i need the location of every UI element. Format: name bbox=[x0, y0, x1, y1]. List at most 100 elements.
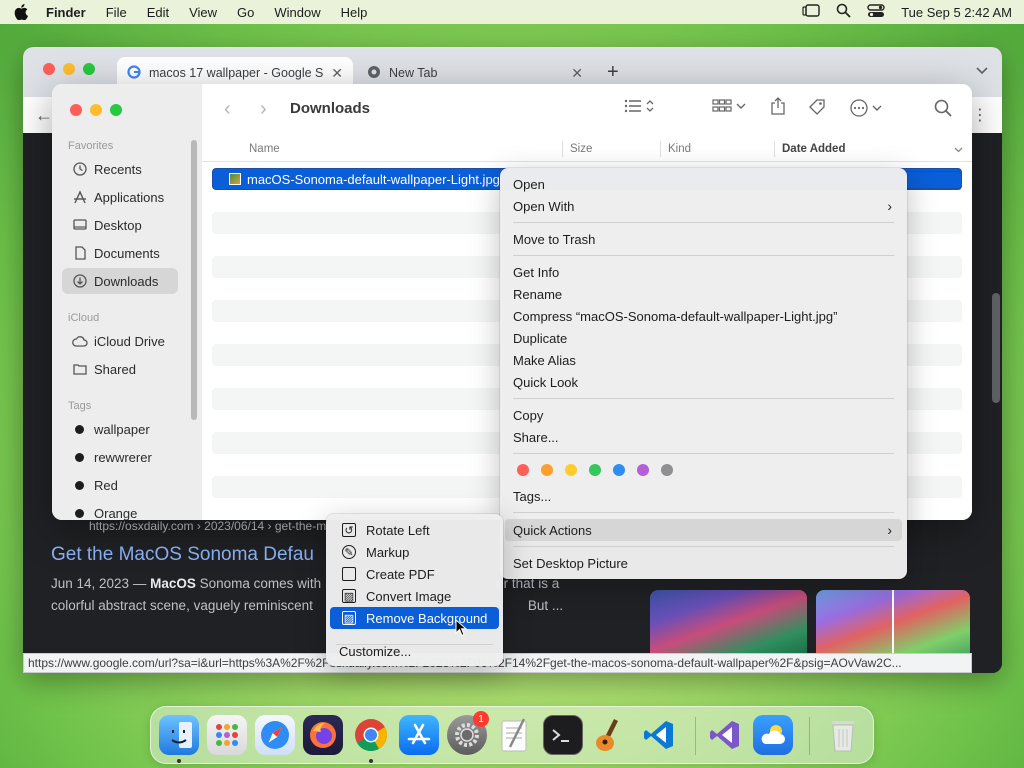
dock-visual-studio-icon[interactable] bbox=[705, 715, 745, 755]
dock-firefox-icon[interactable] bbox=[303, 715, 343, 755]
menu-clock[interactable]: Tue Sep 5 2:42 AM bbox=[901, 5, 1012, 20]
menu-app-name[interactable]: Finder bbox=[46, 5, 86, 20]
close-window-button[interactable] bbox=[70, 104, 82, 116]
menu-item-duplicate[interactable]: Duplicate bbox=[505, 327, 902, 349]
sort-chevron-icon[interactable] bbox=[954, 144, 963, 156]
spotlight-search-icon[interactable] bbox=[836, 3, 851, 21]
search-icon[interactable] bbox=[934, 99, 952, 117]
browser-more-menu-icon[interactable]: ⋮ bbox=[972, 105, 988, 125]
zoom-window-button[interactable] bbox=[110, 104, 122, 116]
column-kind[interactable]: Kind bbox=[668, 143, 691, 155]
finder-toolbar: ‹ › Downloads bbox=[202, 84, 972, 136]
submenu-item-markup[interactable]: ✎ Markup bbox=[330, 541, 499, 563]
dock-terminal-icon[interactable] bbox=[543, 715, 583, 755]
tag-green-dot[interactable] bbox=[589, 464, 601, 476]
list-view-icon[interactable] bbox=[624, 99, 654, 113]
page-scrollbar[interactable] bbox=[992, 293, 1000, 403]
submenu-item-create-pdf[interactable]: Create PDF bbox=[330, 563, 499, 585]
sidebar-item-downloads[interactable]: Downloads bbox=[62, 268, 178, 294]
menu-item-share[interactable]: Share... bbox=[505, 426, 902, 448]
browser-back-arrow-icon[interactable]: ← bbox=[35, 105, 53, 126]
tag-red-dot[interactable] bbox=[517, 464, 529, 476]
sidebar-tag-rewwrerer[interactable]: rewwrerer bbox=[62, 444, 178, 470]
sidebar-tag-red[interactable]: Red bbox=[62, 472, 178, 498]
sidebar-tag-wallpaper[interactable]: wallpaper bbox=[62, 416, 178, 442]
menu-window[interactable]: Window bbox=[274, 5, 320, 20]
menu-edit[interactable]: Edit bbox=[147, 5, 169, 20]
menu-item-set-desktop-picture[interactable]: Set Desktop Picture bbox=[505, 552, 902, 574]
sidebar-scrollbar[interactable] bbox=[191, 140, 197, 420]
back-chevron-icon[interactable]: ‹ bbox=[224, 98, 231, 121]
dock-vscode-icon[interactable] bbox=[639, 715, 679, 755]
dock-garageband-icon[interactable] bbox=[591, 715, 631, 755]
search-result-cite[interactable]: https://osxdaily.com › 2023/06/14 › get-… bbox=[89, 519, 326, 533]
document-icon bbox=[72, 245, 88, 261]
submenu-item-remove-background[interactable]: ▨ Remove Background bbox=[330, 607, 499, 629]
tag-gray-dot[interactable] bbox=[661, 464, 673, 476]
menu-item-make-alias[interactable]: Make Alias bbox=[505, 349, 902, 371]
tag-icon[interactable] bbox=[808, 98, 826, 116]
dock-weather-icon[interactable] bbox=[753, 715, 793, 755]
submenu-item-customize[interactable]: Customize... bbox=[330, 640, 499, 662]
menu-item-get-info[interactable]: Get Info bbox=[505, 261, 902, 283]
sidebar-item-icloud-drive[interactable]: iCloud Drive bbox=[62, 328, 178, 354]
close-tab-icon[interactable]: ✕ bbox=[331, 65, 343, 82]
tab-title: New Tab bbox=[389, 66, 438, 80]
column-date-added[interactable]: Date Added bbox=[782, 143, 845, 155]
group-by-icon[interactable] bbox=[712, 99, 746, 113]
apple-menu-icon[interactable] bbox=[10, 4, 32, 20]
menu-item-move-to-trash[interactable]: Move to Trash bbox=[505, 228, 902, 250]
sidebar-item-applications[interactable]: Applications bbox=[62, 184, 178, 210]
dock-safari-icon[interactable] bbox=[255, 715, 295, 755]
menu-item-quick-look[interactable]: Quick Look bbox=[505, 371, 902, 393]
close-window-button[interactable] bbox=[43, 63, 55, 75]
close-tab-icon[interactable]: ✕ bbox=[571, 65, 583, 82]
dock-chrome-icon[interactable] bbox=[351, 715, 391, 755]
zoom-window-button[interactable] bbox=[83, 63, 95, 75]
menu-item-quick-actions[interactable]: Quick Actions › bbox=[505, 519, 902, 541]
dock-trash-icon[interactable] bbox=[823, 715, 863, 755]
tag-purple-dot[interactable] bbox=[637, 464, 649, 476]
menu-file[interactable]: File bbox=[106, 5, 127, 20]
google-favicon-icon bbox=[127, 64, 141, 82]
minimize-window-button[interactable] bbox=[63, 63, 75, 75]
forward-chevron-icon[interactable]: › bbox=[260, 98, 267, 121]
sidebar-item-shared[interactable]: Shared bbox=[62, 356, 178, 382]
menu-item-open[interactable]: Open bbox=[505, 173, 902, 195]
column-size[interactable]: Size bbox=[570, 143, 592, 155]
menu-item-rename[interactable]: Rename bbox=[505, 283, 902, 305]
submenu-item-rotate-left[interactable]: ↺ Rotate Left bbox=[330, 519, 499, 541]
control-center-icon[interactable] bbox=[867, 3, 885, 21]
dock-finder-icon[interactable] bbox=[159, 715, 199, 755]
dock-app-store-icon[interactable] bbox=[399, 715, 439, 755]
sidebar-item-recents[interactable]: Recents bbox=[62, 156, 178, 182]
more-actions-icon[interactable] bbox=[850, 99, 882, 117]
tag-yellow-dot[interactable] bbox=[565, 464, 577, 476]
menu-item-open-with[interactable]: Open With › bbox=[505, 195, 902, 217]
menu-item-copy[interactable]: Copy bbox=[505, 404, 902, 426]
new-tab-plus-icon[interactable]: + bbox=[607, 61, 619, 84]
submenu-item-convert-image[interactable]: ▨ Convert Image bbox=[330, 585, 499, 607]
finder-sidebar: Favorites Recents Applications Desktop D… bbox=[52, 84, 202, 520]
menu-go[interactable]: Go bbox=[237, 5, 254, 20]
menu-view[interactable]: View bbox=[189, 5, 217, 20]
sidebar-item-desktop[interactable]: Desktop bbox=[62, 212, 178, 238]
menu-item-compress[interactable]: Compress “macOS-Sonoma-default-wallpaper… bbox=[505, 305, 902, 327]
sidebar-item-label: Downloads bbox=[94, 273, 159, 289]
sidebar-tag-orange[interactable]: Orange bbox=[62, 500, 178, 520]
dock-textedit-icon[interactable] bbox=[495, 715, 535, 755]
menu-item-tags[interactable]: Tags... bbox=[505, 485, 902, 507]
selected-row-tail bbox=[900, 171, 962, 189]
menu-help[interactable]: Help bbox=[341, 5, 368, 20]
snippet-line2: colorful abstract scene, vaguely reminis… bbox=[51, 598, 313, 613]
tag-orange-dot[interactable] bbox=[541, 464, 553, 476]
share-icon[interactable] bbox=[770, 97, 786, 115]
tab-search-chevron-icon[interactable] bbox=[976, 63, 988, 78]
search-result-title-link[interactable]: Get the MacOS Sonoma Defau bbox=[51, 544, 331, 566]
column-name[interactable]: Name bbox=[249, 143, 280, 155]
minimize-window-button[interactable] bbox=[90, 104, 102, 116]
stage-manager-icon[interactable] bbox=[802, 3, 820, 21]
dock-launchpad-icon[interactable] bbox=[207, 715, 247, 755]
sidebar-item-documents[interactable]: Documents bbox=[62, 240, 178, 266]
tag-blue-dot[interactable] bbox=[613, 464, 625, 476]
